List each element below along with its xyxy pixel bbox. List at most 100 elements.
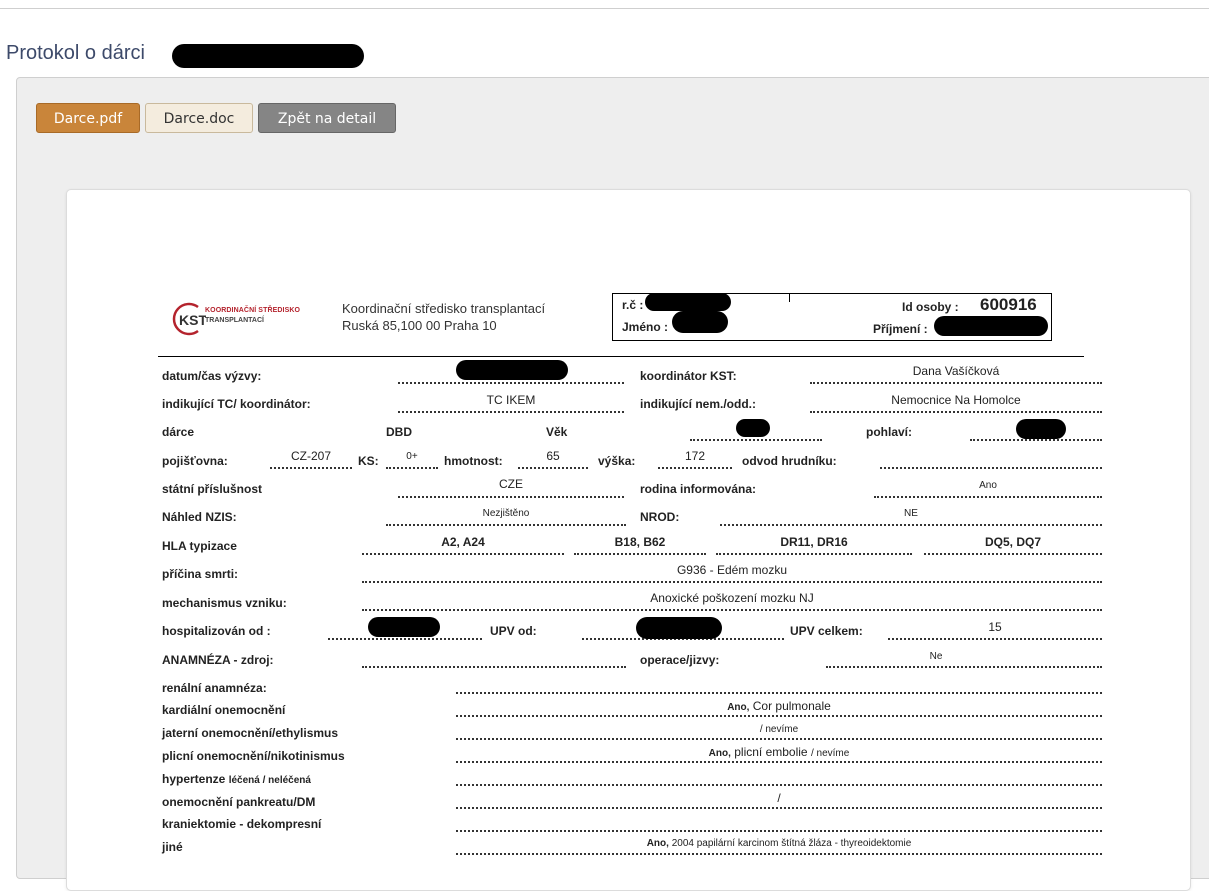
redaction-upv-od: [636, 617, 722, 639]
darce-value: DBD: [386, 425, 412, 439]
nrod-value: NE: [904, 508, 918, 519]
vyska-value: 172: [684, 449, 706, 463]
plicni-prefix: Ano,: [708, 748, 731, 759]
redaction-jmeno: [672, 311, 728, 333]
operace-value: Ne: [929, 651, 943, 662]
hla-b-field: [574, 551, 706, 555]
ks-field: [386, 465, 438, 469]
koordinator-field: [810, 380, 1102, 384]
hmotnost-label: hmotnost:: [444, 454, 503, 468]
id-value: 600916: [980, 295, 1037, 314]
indik-nem-field: [810, 409, 1102, 413]
pohlavi-label: pohlaví:: [866, 425, 913, 439]
vyska-field: [658, 465, 732, 469]
pankreas-label: onemocnění pankreatu/DM: [162, 795, 316, 809]
statni-value: CZE: [499, 477, 523, 491]
darce-label: dárce: [162, 425, 195, 439]
jine-label: jiné: [162, 840, 183, 854]
jine-field: [456, 851, 1102, 855]
hla-a-value: A2, A24: [441, 535, 485, 549]
redaction-pohlavi: [1016, 419, 1066, 439]
plicni-text: plicní embolie: [734, 745, 808, 759]
rodina-value: Ano: [979, 480, 997, 491]
indik-nem-label: indikující nem./odd.:: [640, 397, 757, 411]
anamneza-label: ANAMNÉZA - zdroj:: [162, 653, 274, 667]
hmotnost-field: [518, 465, 588, 469]
anamneza-field: [362, 664, 626, 668]
redaction-rc: [645, 293, 731, 311]
upv-celkem-value: 15: [988, 620, 1002, 634]
plicni-label: plicní onemocnění/nikotinismus: [162, 749, 345, 763]
hla-dr-field: [716, 551, 912, 555]
jine-text: 2004 papilární karcinom štítná žláza - t…: [671, 838, 912, 849]
pankreas-field: [456, 805, 1102, 809]
redaction-vek: [736, 419, 770, 437]
kraniektomie-label: kraniektomie - dekompresní: [162, 817, 322, 831]
rodina-field: [874, 494, 1102, 498]
kardialni-field: [456, 713, 1102, 717]
kardialni-value: Ano, Cor pulmonale: [456, 699, 1102, 713]
redaction-prijmeni: [934, 316, 1048, 336]
hla-dq-value: DQ5, DQ7: [984, 535, 1041, 549]
kardialni-text: Cor pulmonale: [752, 699, 831, 713]
pojistovna-field: [270, 465, 352, 469]
rodina-label: rodina informována:: [640, 482, 757, 496]
datum-label: datum/čas výzvy:: [162, 369, 262, 383]
indik-nem-value: Nemocnice Na Homolce: [891, 393, 1021, 407]
mechanismus-value: Anoxické poškození mozku NJ: [650, 591, 814, 605]
hla-dr-value: DR11, DR16: [780, 535, 848, 549]
header-rule: [158, 356, 1084, 357]
koordinator-value: Dana Vašíčková: [912, 364, 1000, 378]
pojistovna-label: pojišťovna:: [162, 454, 228, 468]
nzis-value: Nezjištěno: [482, 508, 530, 519]
org-name: Koordinační středisko transplantací: [342, 301, 546, 316]
renalni-label: renální anamnéza:: [162, 681, 267, 695]
vek-label: Věk: [546, 425, 568, 439]
upv-celkem-label: UPV celkem:: [790, 624, 863, 638]
hypertenze-field: [456, 782, 1102, 786]
hla-label: HLA typizace: [162, 539, 237, 553]
page-title: Protokol o dárci: [6, 42, 145, 64]
redaction-hosp: [368, 617, 440, 637]
plicni-field: [456, 759, 1102, 763]
jine-prefix: Ano,: [646, 838, 669, 849]
datum-field: [398, 380, 624, 384]
pankreas-value: /: [777, 791, 781, 805]
id-label: Id osoby :: [902, 300, 959, 314]
redaction-title: [172, 44, 364, 68]
mechanismus-field: [362, 607, 1102, 611]
statni-label: státní příslušnost: [162, 482, 263, 496]
kraniektomie-field: [456, 828, 1102, 832]
renalni-field: [456, 690, 1102, 694]
back-to-detail-button[interactable]: Zpět na detail: [258, 103, 396, 133]
hla-dq-field: [924, 551, 1102, 555]
hla-b-value: B18, B62: [614, 535, 666, 549]
plicni-value: Ano, plicní embolie / nevíme: [456, 745, 1102, 759]
indik-tc-label: indikující TC/ koordinátor:: [162, 397, 311, 411]
pricina-label: příčina smrti:: [162, 567, 239, 581]
kardialni-label: kardiální onemocnění: [162, 703, 286, 717]
hypertenze-sub: léčená / neléčená: [228, 775, 311, 786]
operace-label: operace/jizvy:: [640, 653, 720, 667]
ks-label: KS:: [358, 454, 379, 468]
download-doc-button[interactable]: Darce.doc: [145, 103, 253, 133]
top-divider: [0, 8, 1209, 9]
indik-tc-field: [398, 409, 624, 413]
upv-celkem-field: [888, 636, 1102, 640]
redaction-datum: [456, 360, 568, 380]
odvod-field: [880, 465, 1102, 469]
hla-a-field: [362, 551, 564, 555]
mechanismus-label: mechanismus vzniku:: [162, 596, 287, 610]
koordinator-label: koordinátor KST:: [640, 369, 737, 383]
plicni-suffix: / nevíme: [810, 748, 850, 759]
org-address: Ruská 85,100 00 Praha 10: [342, 318, 497, 333]
download-pdf-button[interactable]: Darce.pdf: [36, 103, 140, 133]
jaterni-value: / nevíme: [759, 724, 799, 735]
kardialni-prefix: Ano,: [727, 702, 750, 713]
logo-line2: TRANSPLANTACÍ: [205, 317, 264, 324]
hosp-label: hospitalizován od :: [162, 624, 271, 638]
prijmeni-label: Příjmení :: [873, 322, 928, 336]
hmotnost-value: 65: [546, 449, 560, 463]
ks-value: 0+: [406, 451, 418, 462]
logo-mark: KST: [179, 312, 206, 328]
